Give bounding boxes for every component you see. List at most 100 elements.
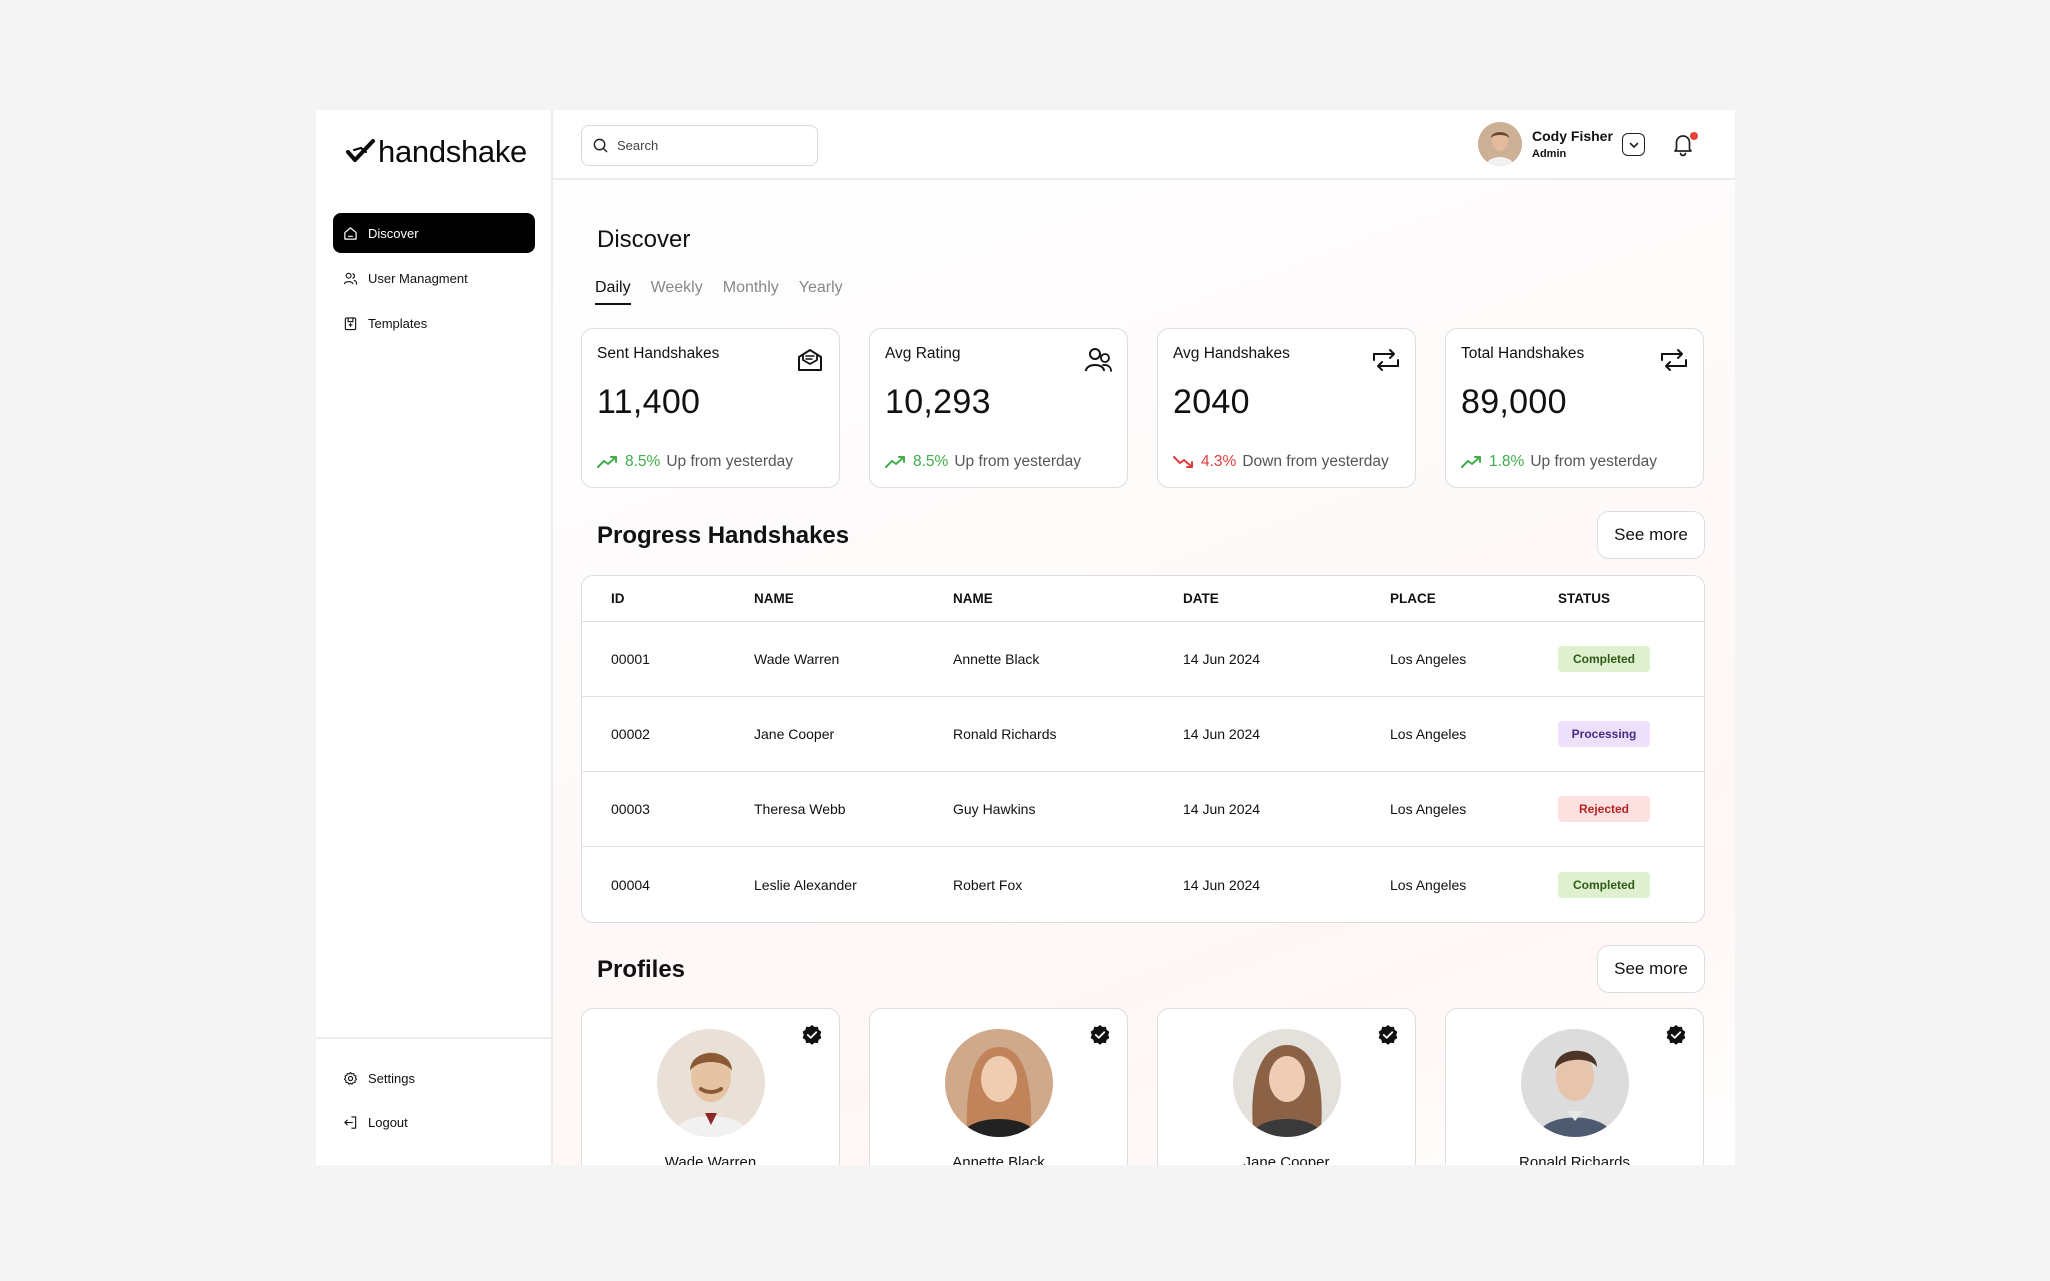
handshake-icon bbox=[1661, 349, 1687, 371]
user-dropdown-button[interactable] bbox=[1622, 133, 1645, 156]
status-badge: Processing bbox=[1558, 721, 1650, 747]
sidebar-item-user-management[interactable]: User Managment bbox=[333, 258, 535, 298]
logout-icon bbox=[344, 1115, 357, 1129]
chevron-down-icon bbox=[1629, 142, 1638, 148]
profiles-row: Wade Warren Annette Black Jane Cooper Ro… bbox=[581, 1008, 1704, 1165]
stat-note: Up from yesterday bbox=[1530, 453, 1657, 470]
tab-weekly[interactable]: Weekly bbox=[651, 279, 703, 305]
stat-note: Down from yesterday bbox=[1242, 453, 1389, 470]
cell-name-2: Annette Black bbox=[953, 651, 1040, 667]
stat-trend: 1.8% Up from yesterday bbox=[1461, 453, 1657, 471]
stat-card-total-handshakes: Total Handshakes 89,000 1.8% Up from yes… bbox=[1445, 328, 1704, 488]
search-icon bbox=[593, 138, 608, 153]
column-header-name-2[interactable]: NAME bbox=[953, 591, 993, 606]
cell-date: 14 Jun 2024 bbox=[1183, 726, 1261, 742]
stat-label: Avg Rating bbox=[885, 345, 961, 362]
profile-card[interactable]: Ronald Richards bbox=[1445, 1008, 1704, 1165]
cell-date: 14 Jun 2024 bbox=[1183, 801, 1261, 817]
column-header-id[interactable]: ID bbox=[611, 591, 625, 606]
sidebar-item-label: Logout bbox=[368, 1114, 408, 1130]
gear-icon bbox=[343, 1071, 358, 1085]
stat-value: 2040 bbox=[1173, 383, 1250, 421]
sidebar-nav: Discover User Managment Templates bbox=[333, 213, 535, 348]
column-header-name[interactable]: NAME bbox=[754, 591, 794, 606]
table-header: ID NAME NAME DATE PLACE STATUS bbox=[582, 576, 1704, 622]
stat-label: Sent Handshakes bbox=[597, 345, 720, 362]
user-info: Cody Fisher Admin bbox=[1532, 128, 1613, 160]
profile-card[interactable]: Wade Warren bbox=[581, 1008, 840, 1165]
user-menu[interactable]: Cody Fisher Admin bbox=[1478, 122, 1613, 166]
trend-up-icon bbox=[885, 456, 905, 468]
handshake-logo-icon bbox=[346, 139, 375, 162]
table-row[interactable]: 00004 Leslie Alexander Robert Fox 14 Jun… bbox=[582, 847, 1704, 922]
users-icon bbox=[1085, 348, 1112, 372]
template-icon bbox=[344, 316, 357, 330]
search-input[interactable] bbox=[617, 138, 797, 153]
trend-up-icon bbox=[597, 456, 617, 468]
home-icon bbox=[344, 226, 357, 240]
cell-name-2: Guy Hawkins bbox=[953, 801, 1036, 817]
stat-value: 10,293 bbox=[885, 383, 991, 421]
profile-name: Ronald Richards bbox=[1519, 1154, 1630, 1165]
app-window: handshake Discover User Managment Templa… bbox=[316, 110, 1735, 1165]
status-badge: Completed bbox=[1558, 871, 1650, 898]
cell-place: Los Angeles bbox=[1390, 726, 1467, 742]
stat-card-avg-rating: Avg Rating 10,293 8.5% Up from yesterday bbox=[869, 328, 1128, 488]
envelope-icon bbox=[798, 349, 822, 371]
cell-place: Los Angeles bbox=[1390, 651, 1467, 667]
tab-daily[interactable]: Daily bbox=[595, 279, 631, 305]
profile-name: Wade Warren bbox=[664, 1154, 757, 1165]
cell-name: Jane Cooper bbox=[754, 726, 835, 742]
brand-logo[interactable]: handshake bbox=[346, 134, 527, 170]
sidebar-item-discover[interactable]: Discover bbox=[333, 213, 535, 253]
sidebar-item-label: Templates bbox=[368, 315, 428, 331]
profile-name: Jane Cooper bbox=[1243, 1154, 1330, 1165]
table-row[interactable]: 00001 Wade Warren Annette Black 14 Jun 2… bbox=[582, 622, 1704, 697]
stat-change: 4.3% bbox=[1201, 453, 1237, 470]
stat-change: 1.8% bbox=[1489, 453, 1525, 470]
sidebar-divider bbox=[316, 1037, 551, 1039]
status-badge: Rejected bbox=[1558, 796, 1650, 822]
stat-change: 8.5% bbox=[625, 453, 661, 470]
profile-card[interactable]: Annette Black bbox=[869, 1008, 1128, 1165]
column-header-status[interactable]: STATUS bbox=[1558, 591, 1610, 606]
table-row[interactable]: 00002 Jane Cooper Ronald Richards 14 Jun… bbox=[582, 697, 1704, 772]
main-content: Cody Fisher Admin Discover Daily Weekly … bbox=[553, 110, 1735, 1165]
user-role: Admin bbox=[1532, 148, 1567, 160]
tab-yearly[interactable]: Yearly bbox=[799, 279, 843, 305]
stat-note: Up from yesterday bbox=[666, 453, 793, 470]
cell-name-2: Ronald Richards bbox=[953, 726, 1057, 742]
column-header-date[interactable]: DATE bbox=[1183, 591, 1219, 606]
cell-date: 14 Jun 2024 bbox=[1183, 651, 1261, 667]
user-name: Cody Fisher bbox=[1532, 128, 1613, 144]
brand-name: handshake bbox=[378, 134, 527, 169]
sidebar-item-label: User Managment bbox=[368, 270, 468, 286]
tab-monthly[interactable]: Monthly bbox=[723, 279, 779, 305]
trend-down-icon bbox=[1173, 456, 1193, 468]
profile-card[interactable]: Jane Cooper bbox=[1157, 1008, 1416, 1165]
profiles-section-title: Profiles bbox=[597, 956, 686, 983]
verified-badge-icon bbox=[1378, 1025, 1398, 1045]
cell-place: Los Angeles bbox=[1390, 801, 1467, 817]
cell-id: 00003 bbox=[611, 801, 650, 817]
progress-see-more-button[interactable]: See more bbox=[1597, 511, 1705, 559]
status-badge: Completed bbox=[1558, 646, 1650, 672]
handshake-icon bbox=[1373, 349, 1399, 371]
stat-note: Up from yesterday bbox=[954, 453, 1081, 470]
sidebar-item-templates[interactable]: Templates bbox=[333, 303, 535, 343]
search-box[interactable] bbox=[581, 125, 818, 166]
sidebar-item-logout[interactable]: Logout bbox=[333, 1102, 535, 1142]
profile-name: Annette Black bbox=[952, 1154, 1045, 1165]
table-row[interactable]: 00003 Theresa Webb Guy Hawkins 14 Jun 20… bbox=[582, 772, 1704, 847]
profiles-see-more-button[interactable]: See more bbox=[1597, 945, 1705, 993]
stat-value: 89,000 bbox=[1461, 383, 1567, 421]
sidebar-item-settings[interactable]: Settings bbox=[333, 1058, 535, 1098]
profile-avatar bbox=[1521, 1029, 1629, 1137]
sidebar-bottom-nav: Settings Logout bbox=[333, 1058, 535, 1146]
profile-avatar bbox=[945, 1029, 1053, 1137]
cell-place: Los Angeles bbox=[1390, 876, 1467, 893]
column-header-place[interactable]: PLACE bbox=[1390, 591, 1436, 606]
verified-badge-icon bbox=[1666, 1025, 1686, 1045]
cell-id: 00004 bbox=[611, 876, 650, 893]
period-tabs: Daily Weekly Monthly Yearly bbox=[595, 279, 843, 305]
